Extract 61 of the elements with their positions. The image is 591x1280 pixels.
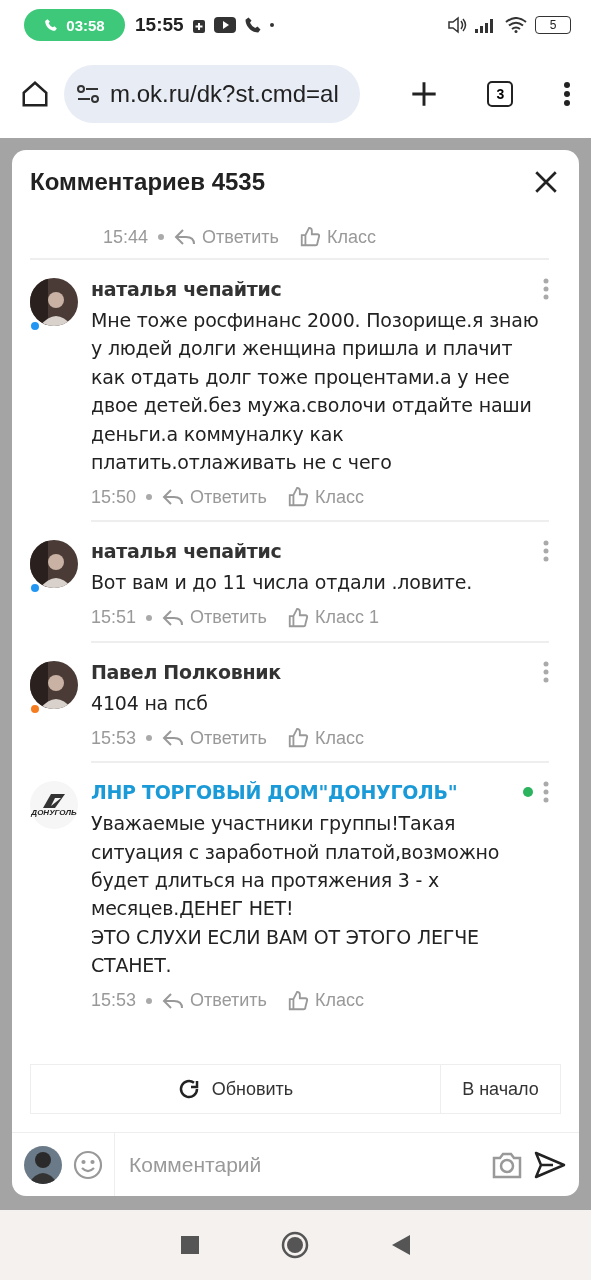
thumbs-up-icon bbox=[287, 486, 309, 509]
separator-dot bbox=[146, 735, 153, 742]
phone-icon bbox=[44, 18, 59, 32]
thumbs-up-icon bbox=[287, 727, 309, 750]
author-name[interactable]: Павел Полковник bbox=[91, 660, 533, 683]
separator-dot bbox=[158, 234, 165, 240]
comment-text: 4104 на псб bbox=[91, 690, 209, 716]
recents-button[interactable] bbox=[181, 1236, 200, 1254]
reply-link[interactable]: Ответить bbox=[162, 486, 267, 508]
medical-icon bbox=[191, 17, 206, 33]
like-link[interactable]: Класс bbox=[287, 989, 364, 1012]
clock: 15:55 bbox=[135, 14, 184, 36]
reply-link[interactable]: Ответить bbox=[162, 990, 267, 1012]
separator-dot bbox=[146, 614, 153, 621]
home-button[interactable] bbox=[20, 79, 50, 109]
comment-time: 15:53 bbox=[91, 990, 137, 1012]
close-button[interactable] bbox=[533, 169, 559, 195]
tab-count-button[interactable]: 3 bbox=[487, 81, 514, 107]
address-bar[interactable]: m.ok.ru/dk?st.cmd=al bbox=[64, 65, 360, 123]
comment-time: 15:53 bbox=[91, 727, 137, 749]
reply-icon bbox=[162, 488, 185, 507]
like-link[interactable]: Класс bbox=[287, 727, 364, 750]
reply-link[interactable]: Ответить bbox=[174, 226, 279, 248]
author-name[interactable]: ЛНР ТОРГОВЫЙ ДОМ"ДОНУГОЛЬ" bbox=[91, 781, 513, 804]
dot-icon bbox=[269, 23, 274, 27]
reply-link[interactable]: Ответить bbox=[162, 727, 267, 749]
wifi-icon bbox=[505, 17, 527, 33]
reply-icon bbox=[174, 228, 197, 246]
thumbs-up-icon bbox=[287, 989, 309, 1012]
comment-text: Вот вам и до 11 числа отдали .ловите. bbox=[91, 570, 473, 596]
volume-icon bbox=[447, 16, 467, 34]
reply-icon bbox=[162, 729, 185, 748]
like-link[interactable]: Класс 1 bbox=[287, 606, 379, 629]
reply-icon bbox=[162, 608, 185, 627]
author-name[interactable]: наталья чепайтис bbox=[91, 278, 533, 300]
battery-indicator: 5 bbox=[535, 16, 571, 34]
back-button[interactable] bbox=[391, 1235, 410, 1255]
menu-icon[interactable] bbox=[563, 81, 571, 107]
home-nav-button[interactable] bbox=[281, 1231, 310, 1259]
like-link[interactable]: Класс bbox=[299, 226, 376, 248]
comment-time: 15:50 bbox=[91, 486, 137, 508]
reply-icon bbox=[162, 991, 185, 1010]
like-link[interactable]: Класс bbox=[287, 486, 364, 509]
comment-text: Уважаемые участники группы!Такая ситуация с заработной платой,возможно будет длиться на протяжения 3 - х месяцев.ДЕНЕГ НЕТ! ЭТО СЛУХИ ЕСЛИ ВАМ ОТ ЭТОГО ЛЕГЧЕ СТАНЕТ. bbox=[91, 811, 501, 979]
thumbs-up-icon bbox=[287, 606, 309, 629]
dialog-title: Комментариев 4535 bbox=[30, 168, 266, 196]
comment-text: Мне тоже росфинанс 2000. Позорище.я знаю у людей долги женщина пришла и плачит как отдать долг тоже процентами.а у нее двое детей.без мужа.сволочи отдайте наши деньги.а коммуналку как платить.отлаживать не с чего bbox=[91, 308, 540, 476]
send-button[interactable] bbox=[533, 1149, 567, 1180]
video-icon bbox=[213, 17, 236, 33]
comment-time: 15:51 bbox=[91, 607, 137, 629]
phone-icon bbox=[243, 16, 262, 34]
separator-dot bbox=[146, 494, 153, 501]
reply-link[interactable]: Ответить bbox=[162, 607, 267, 629]
author-name[interactable]: наталья чепайтис bbox=[91, 540, 533, 563]
call-timer[interactable]: 03:58 bbox=[24, 9, 125, 41]
group-logo: ДОНУГОЛЬ bbox=[30, 781, 78, 830]
separator-dot bbox=[146, 997, 153, 1004]
thumbs-up-icon bbox=[299, 226, 321, 248]
comment-time: 15:44 bbox=[103, 226, 149, 248]
new-tab-button[interactable] bbox=[409, 80, 438, 108]
emoji-button[interactable] bbox=[72, 1148, 104, 1181]
